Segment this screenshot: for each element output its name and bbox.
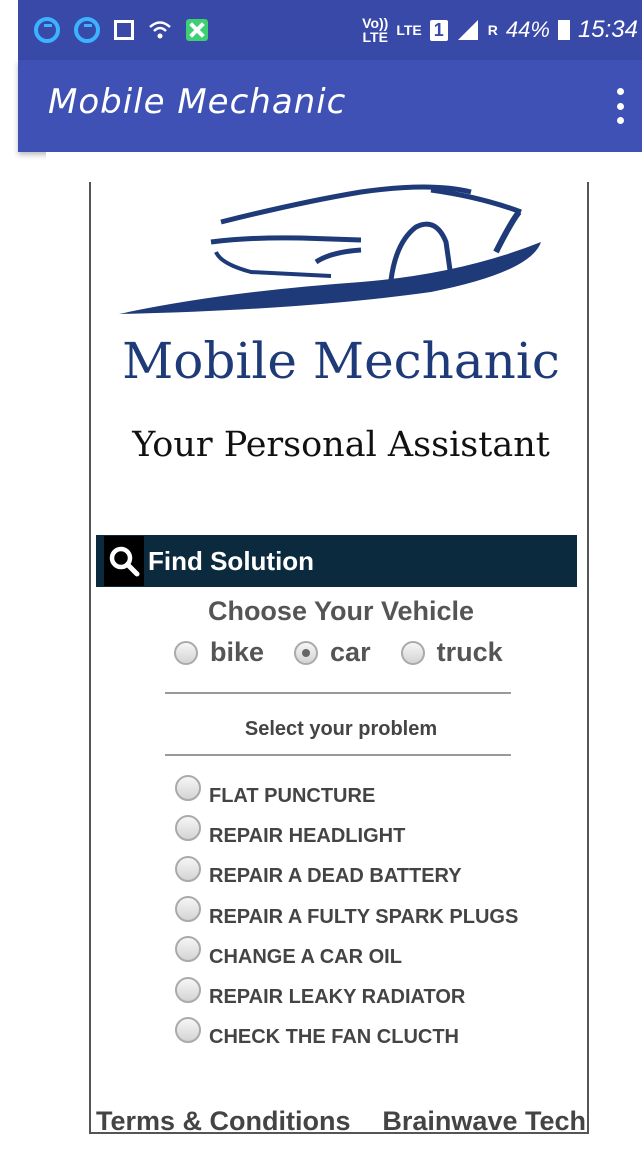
divider [165,754,511,756]
problem-label: Select your problem [244,718,438,740]
car-radio[interactable] [294,640,319,665]
list-item[interactable]: FLAT PUNCTURE [175,775,518,816]
find-solution-label: Find Solution [148,545,315,576]
problem-text: REPAIR HEADLIGHT [209,824,406,847]
problem-text: CHANGE A CAR OIL [209,945,402,968]
webview-frame: Mobile Mechanic Your Personal Assistant … [89,182,589,1134]
vehicle-option-label: car [330,637,371,667]
signal-icon [456,18,480,42]
vehicle-option-label: truck [436,637,503,667]
search-icon [104,536,144,586]
clock: 15:34 [577,16,638,43]
image-icon [114,20,134,40]
problem-text: CHECK THE FAN CLUCTH [209,1026,459,1049]
problem-radio[interactable] [175,936,201,963]
problem-text: FLAT PUNCTURE [209,784,376,807]
status-notifications [18,17,208,43]
app-s-icon [74,17,100,43]
app-title: Mobile Mechanic [48,82,347,122]
bike-radio[interactable] [174,640,198,665]
company-link[interactable]: Brainwave Tech [382,1106,586,1132]
app-s-icon [34,17,60,43]
battery-icon [557,20,570,40]
logo-title: Mobile Mechanic [122,332,560,390]
excel-app-icon [186,19,208,41]
list-item[interactable]: REPAIR HEADLIGHT [175,815,518,856]
problem-radio[interactable] [175,815,201,842]
list-item[interactable]: REPAIR A FULTY SPARK PLUGS [175,896,519,937]
problem-radio[interactable] [175,1016,201,1043]
terms-link[interactable]: Terms & Conditions [96,1106,351,1132]
problem-radio[interactable] [175,775,201,802]
problem-text: REPAIR LEAKY RADIATOR [209,986,466,1009]
logo-subtitle: Your Personal Assistant [132,425,550,465]
list-item[interactable]: CHECK THE FAN CLUCTH [175,1016,518,1058]
sim-indicator: 1 [429,19,448,41]
footer: Terms & Conditions Brainwave Tech [96,1106,586,1132]
car-logo-icon [119,184,541,314]
list-item[interactable]: REPAIR LEAKY RADIATOR [175,976,518,1017]
problem-text: REPAIR A DEAD BATTERY [209,865,462,888]
vehicle-option-truck[interactable]: truck [400,637,503,668]
truck-radio[interactable] [400,640,425,665]
vehicle-title: Choose Your Vehicle [207,596,475,626]
app-bar: Mobile Mechanic [18,60,642,152]
vehicle-option-bike[interactable]: bike [174,637,264,668]
vehicle-option-label: bike [210,637,265,667]
vehicle-options: bike car truck [174,637,523,668]
volte-indicator: Vo)) LTE [362,15,389,45]
problem-list: FLAT PUNCTURE REPAIR HEADLIGHT REPAIR A … [175,775,519,1058]
wifi-icon [148,18,172,42]
status-bar: Vo)) LTE LTE 1 R 44% 15:34 [18,0,642,60]
overflow-menu-icon[interactable] [612,88,628,124]
roaming-indicator: R [487,22,498,38]
problem-text: REPAIR A FULTY SPARK PLUGS [209,905,519,928]
list-item[interactable]: REPAIR A DEAD BATTERY [175,855,518,897]
problem-radio[interactable] [175,896,201,923]
status-system: Vo)) LTE LTE 1 R 44% 15:34 [362,16,642,44]
problem-radio[interactable] [175,855,201,882]
battery-percent: 44% [505,17,550,42]
list-item[interactable]: CHANGE A CAR OIL [175,936,518,977]
lte-indicator: LTE [396,22,422,38]
vehicle-option-car[interactable]: car [294,637,371,668]
problem-radio[interactable] [175,976,201,1003]
divider [165,692,511,694]
find-solution-bar: Find Solution [96,535,577,587]
